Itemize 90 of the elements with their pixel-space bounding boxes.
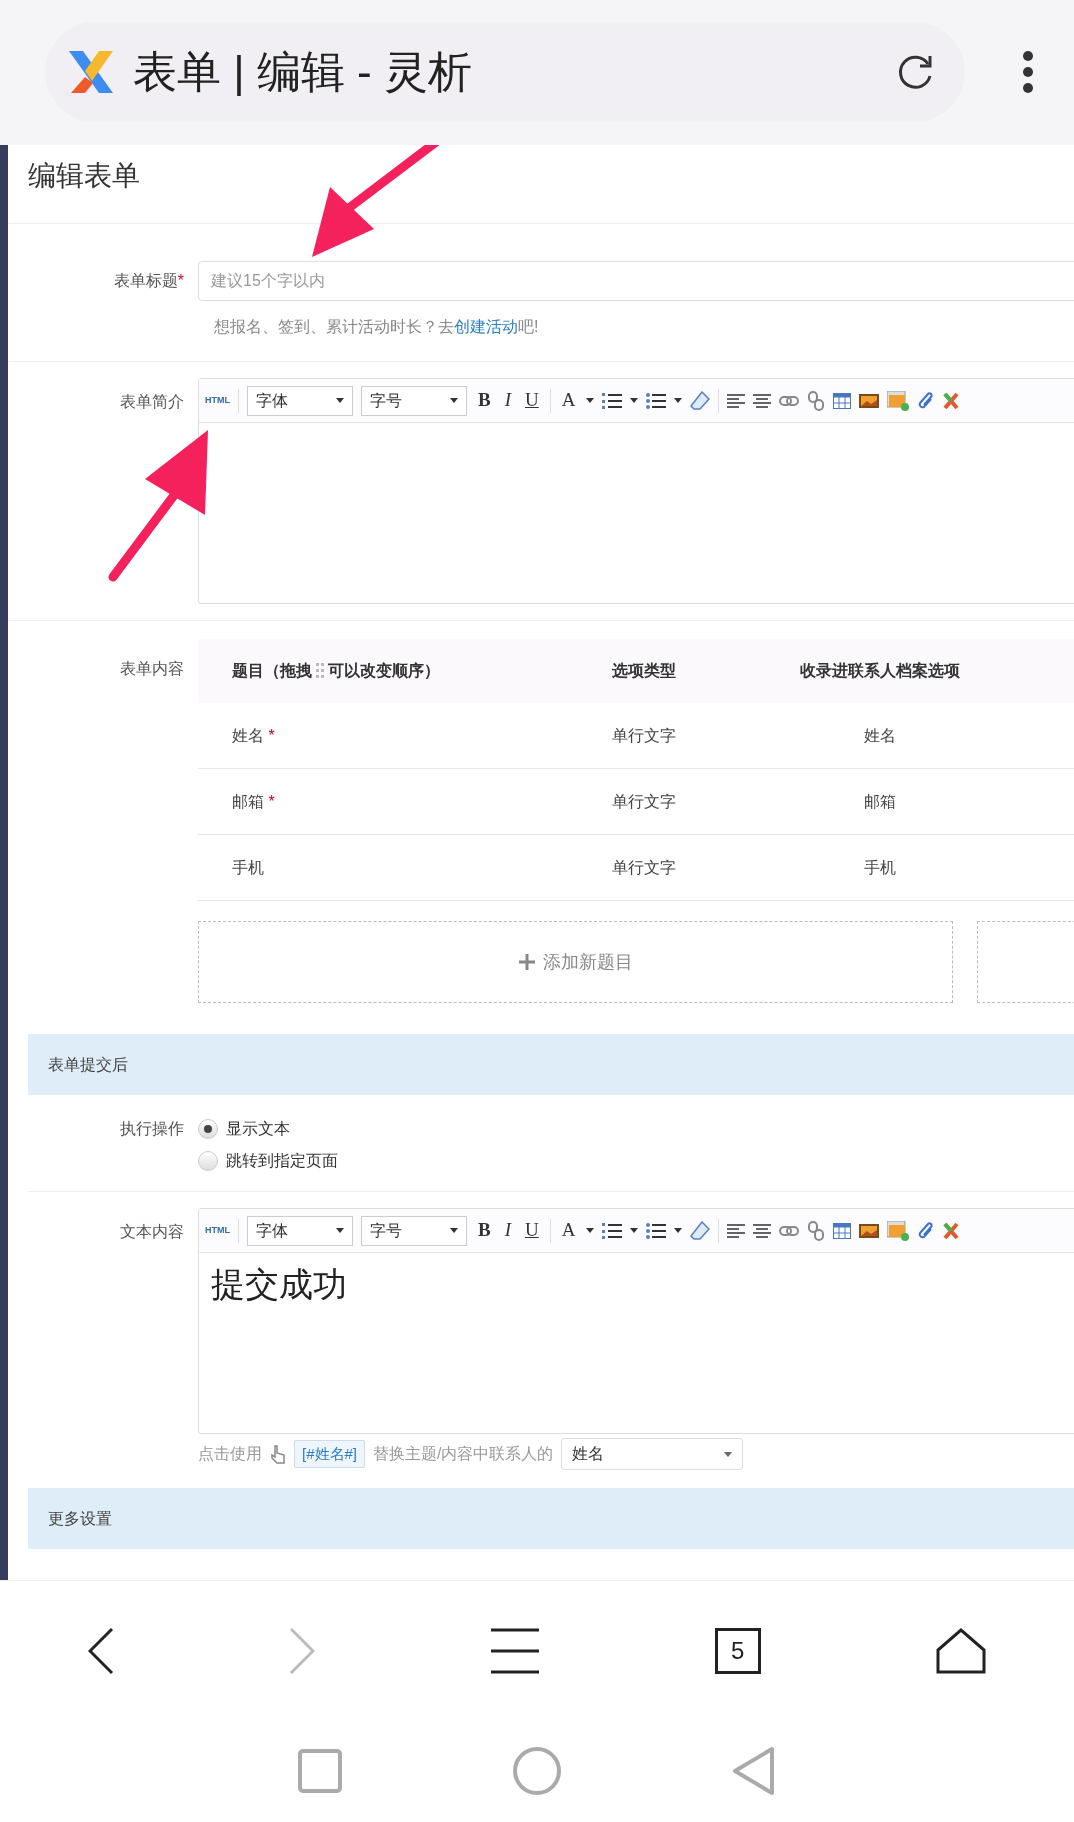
tabs-count-button[interactable]: 5: [714, 1627, 761, 1674]
helper-text: 点击使用: [198, 1444, 262, 1464]
table-cell-text: 手机: [231, 857, 265, 878]
back-icon[interactable]: [87, 1626, 114, 1675]
cross-icon[interactable]: [943, 391, 960, 410]
align-left-icon[interactable]: [727, 1222, 746, 1239]
menu-icon[interactable]: [1022, 50, 1034, 94]
gallery-icon[interactable]: [887, 390, 910, 411]
table-cell-text: 手机: [863, 857, 897, 878]
bold-button[interactable]: B: [475, 1216, 494, 1245]
caret-icon: [336, 398, 344, 403]
field-label: 表单内容: [119, 659, 185, 679]
caret-icon: [336, 1228, 344, 1233]
html-button[interactable]: HTML: [205, 393, 230, 408]
size-select[interactable]: 字号: [361, 1215, 467, 1246]
align-center-icon[interactable]: [753, 1222, 772, 1239]
eraser-icon[interactable]: [690, 390, 711, 411]
column-header: 可以改变顺序）: [328, 661, 440, 681]
add-question-button[interactable]: 添加新题目: [198, 921, 953, 1003]
caret-icon: [724, 1451, 733, 1457]
bold-button[interactable]: B: [475, 386, 494, 415]
name-tag-button[interactable]: [#姓名#]: [294, 1439, 366, 1469]
caret-icon: [450, 398, 458, 403]
link-icon[interactable]: [779, 1224, 800, 1237]
cross-icon[interactable]: [943, 1221, 960, 1240]
gallery-icon[interactable]: [887, 1220, 910, 1241]
table-cell-text: 单行文字: [612, 857, 677, 878]
column-header: 题目（拖拽: [232, 661, 312, 681]
table-cell-text: 邮箱 *: [231, 791, 276, 812]
section-header: 表单提交后: [28, 1034, 1074, 1095]
eraser-icon[interactable]: [690, 1220, 711, 1241]
align-center-icon[interactable]: [753, 392, 772, 409]
helper-text: 替换主题/内容中联系人的: [373, 1444, 554, 1464]
table-cell-text: 姓名: [863, 725, 897, 746]
font-select[interactable]: 字体: [247, 1215, 353, 1246]
column-header: 收录进联系人档案选项: [799, 661, 961, 681]
contact-field-select[interactable]: 姓名: [561, 1438, 744, 1470]
field-label: 表单简介: [119, 392, 185, 412]
field-label: 表单标题*: [112, 271, 185, 291]
home-icon[interactable]: [936, 1627, 987, 1674]
italic-button[interactable]: I: [501, 386, 514, 415]
column-header: 选项类型: [612, 661, 677, 681]
caret-icon: [586, 1228, 595, 1233]
bullet-list-icon[interactable]: [646, 391, 667, 410]
title-input[interactable]: 建议15个字以内: [198, 261, 1074, 301]
image-icon[interactable]: [859, 392, 880, 409]
image-icon[interactable]: [859, 1222, 880, 1239]
caret-icon: [450, 1228, 458, 1233]
font-color-button[interactable]: A: [558, 1216, 579, 1245]
field-label: 文本内容: [119, 1222, 185, 1242]
numbered-list-icon[interactable]: [602, 391, 623, 410]
table-cell-text: 姓名 *: [231, 725, 276, 746]
table-icon[interactable]: [833, 1222, 852, 1239]
font-select[interactable]: 字体: [247, 385, 353, 416]
section-header: 更多设置: [28, 1488, 1074, 1549]
table-cell-text: 单行文字: [612, 725, 677, 746]
radio-option[interactable]: 显示文本: [198, 1117, 338, 1141]
attachment-icon[interactable]: [917, 390, 936, 411]
field-label: 执行操作: [119, 1119, 185, 1139]
editor-area[interactable]: 提交成功: [199, 1253, 1074, 1433]
unlink-icon[interactable]: [807, 1220, 826, 1241]
hint-text: 想报名、签到、累计活动时长？去创建活动吧!: [214, 317, 540, 337]
size-select[interactable]: 字号: [361, 385, 467, 416]
italic-button[interactable]: I: [501, 1216, 514, 1245]
font-color-button[interactable]: A: [558, 386, 579, 415]
caret-icon: [674, 1228, 683, 1233]
table-cell-text: 单行文字: [612, 791, 677, 812]
underline-button[interactable]: U: [522, 386, 542, 415]
browser-title: 表单 | 编辑 - 灵析: [133, 46, 472, 98]
align-left-icon[interactable]: [727, 392, 746, 409]
caret-icon: [630, 398, 639, 403]
menu-icon[interactable]: [491, 1627, 539, 1674]
unlink-icon[interactable]: [807, 390, 826, 411]
page-title: 编辑表单: [28, 159, 140, 193]
bullet-list-icon[interactable]: [646, 1221, 667, 1240]
attachment-icon[interactable]: [917, 1220, 936, 1241]
numbered-list-icon[interactable]: [602, 1221, 623, 1240]
table-cell-text: 邮箱: [863, 791, 897, 812]
link-icon[interactable]: [779, 394, 800, 407]
caret-icon: [674, 398, 683, 403]
underline-button[interactable]: U: [522, 1216, 542, 1245]
radio-option[interactable]: 跳转到指定页面: [198, 1149, 338, 1173]
caret-icon: [630, 1228, 639, 1233]
plus-icon: [518, 954, 535, 970]
pointing-hand-icon: [270, 1444, 286, 1464]
table-icon[interactable]: [833, 392, 852, 409]
caret-icon: [586, 398, 595, 403]
create-activity-link[interactable]: 创建活动: [454, 318, 518, 335]
html-button[interactable]: HTML: [205, 1223, 230, 1238]
drag-handle-icon: [316, 662, 324, 680]
